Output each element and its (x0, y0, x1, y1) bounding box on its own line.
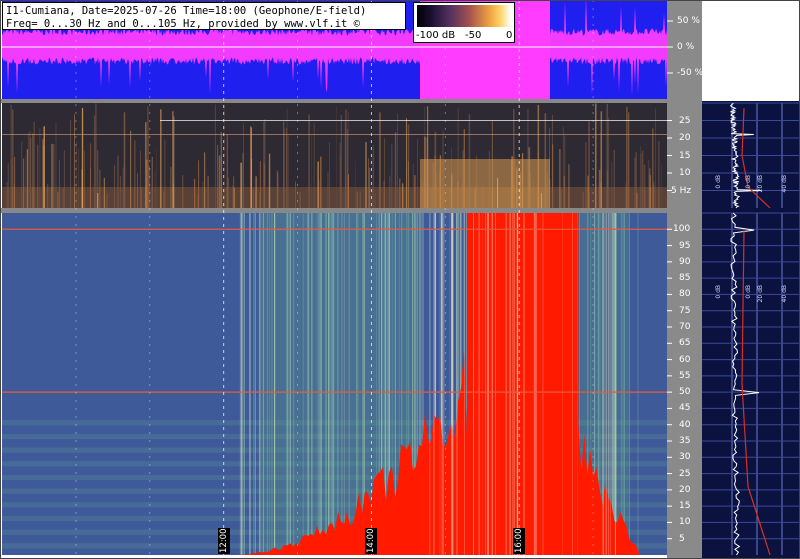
lowband-bright-region (420, 159, 550, 208)
lowband-ytick-label: 20 (679, 133, 691, 143)
highband-ytick-label: 100 (673, 224, 691, 235)
highband-ytick-label: 80 (679, 289, 691, 300)
lowband-ytick-label: 10 (679, 168, 691, 178)
lowband-side-db-label: 0 dB (715, 175, 722, 189)
time-label: 16:00 (513, 528, 526, 554)
lowband-side-db-label: 0 dB (745, 175, 752, 189)
waveform-ytick-label: 50 % (677, 16, 700, 26)
time-label: 12:00 (217, 528, 230, 554)
colorbar-label-mid: -50 (465, 30, 482, 41)
highband-ytick-label: 70 (679, 322, 691, 332)
highband-ytick-label: 45 (679, 403, 691, 414)
highband-ytick-label: 30 (679, 452, 691, 463)
lowband-side-db-label: 40 dB (781, 175, 788, 193)
waveform-ytick-label: -50 % (677, 68, 704, 78)
colorbar-legend: -100 dB -50 0 (413, 2, 515, 43)
highband-ytick-label: 50 (679, 387, 691, 398)
time-label: 14:00 (365, 528, 378, 554)
lowband-ytick-label: 25 (679, 115, 691, 126)
highband-side-db-label: 0 dB (745, 285, 752, 299)
highband-side-db-label: 0 dB (715, 285, 722, 299)
highband-side-db-label: 40 dB (781, 285, 788, 303)
highband-saturated-core (467, 213, 579, 555)
highband-ytick-label: 15 (679, 501, 691, 512)
highband-ytick-label: 10 (679, 517, 691, 528)
highband-ytick-label: 25 (679, 468, 691, 479)
side-top-blank (702, 0, 800, 101)
lowband-ytick-label: 5 Hz (671, 185, 692, 196)
station-info-line-1: I1-Cumiana, Date=2025-07-26 Time=18:00 (… (6, 5, 367, 17)
colorbar-label-max: 0 (506, 30, 513, 41)
highband-side-panel (702, 213, 800, 555)
highband-ytick-label: 85 (679, 273, 691, 284)
panel-separator-2 (0, 208, 667, 213)
highband-side-db-label: 20 dB (757, 285, 764, 303)
highband-ytick-label: 95 (679, 240, 691, 251)
colorbar-gradient (417, 5, 511, 27)
highband-ytick-label: 55 (679, 370, 691, 381)
spectrogram-page: I1-Cumiana, Date=2025-07-26 Time=18:00 (… (0, 0, 800, 559)
station-info-line-2: Freq= 0...30 Hz and 0...105 Hz, provided… (6, 18, 361, 30)
lowband-ytick-label: 15 (679, 150, 691, 161)
highband-ytick-label: 75 (679, 305, 691, 316)
highband-ytick-label: 90 (679, 256, 691, 267)
highband-ytick-label: 35 (679, 436, 691, 446)
highband-ytick-label: 5 (679, 533, 685, 544)
colorbar-label-min: -100 dB (416, 30, 456, 41)
lowband-low-energy-band (2, 187, 667, 208)
panel-separator-1 (0, 99, 667, 103)
station-info-box: I1-Cumiana, Date=2025-07-26 Time=18:00 (… (2, 2, 406, 30)
highband-ytick-label: 60 (679, 354, 691, 365)
highband-ytick-label: 20 (679, 484, 691, 495)
highband-ytick-label: 40 (679, 419, 691, 430)
lowband-side-db-label: 20 dB (757, 175, 764, 193)
waveform-ytick-label: 0 % (677, 42, 695, 52)
highband-ytick-label: 65 (679, 338, 691, 349)
